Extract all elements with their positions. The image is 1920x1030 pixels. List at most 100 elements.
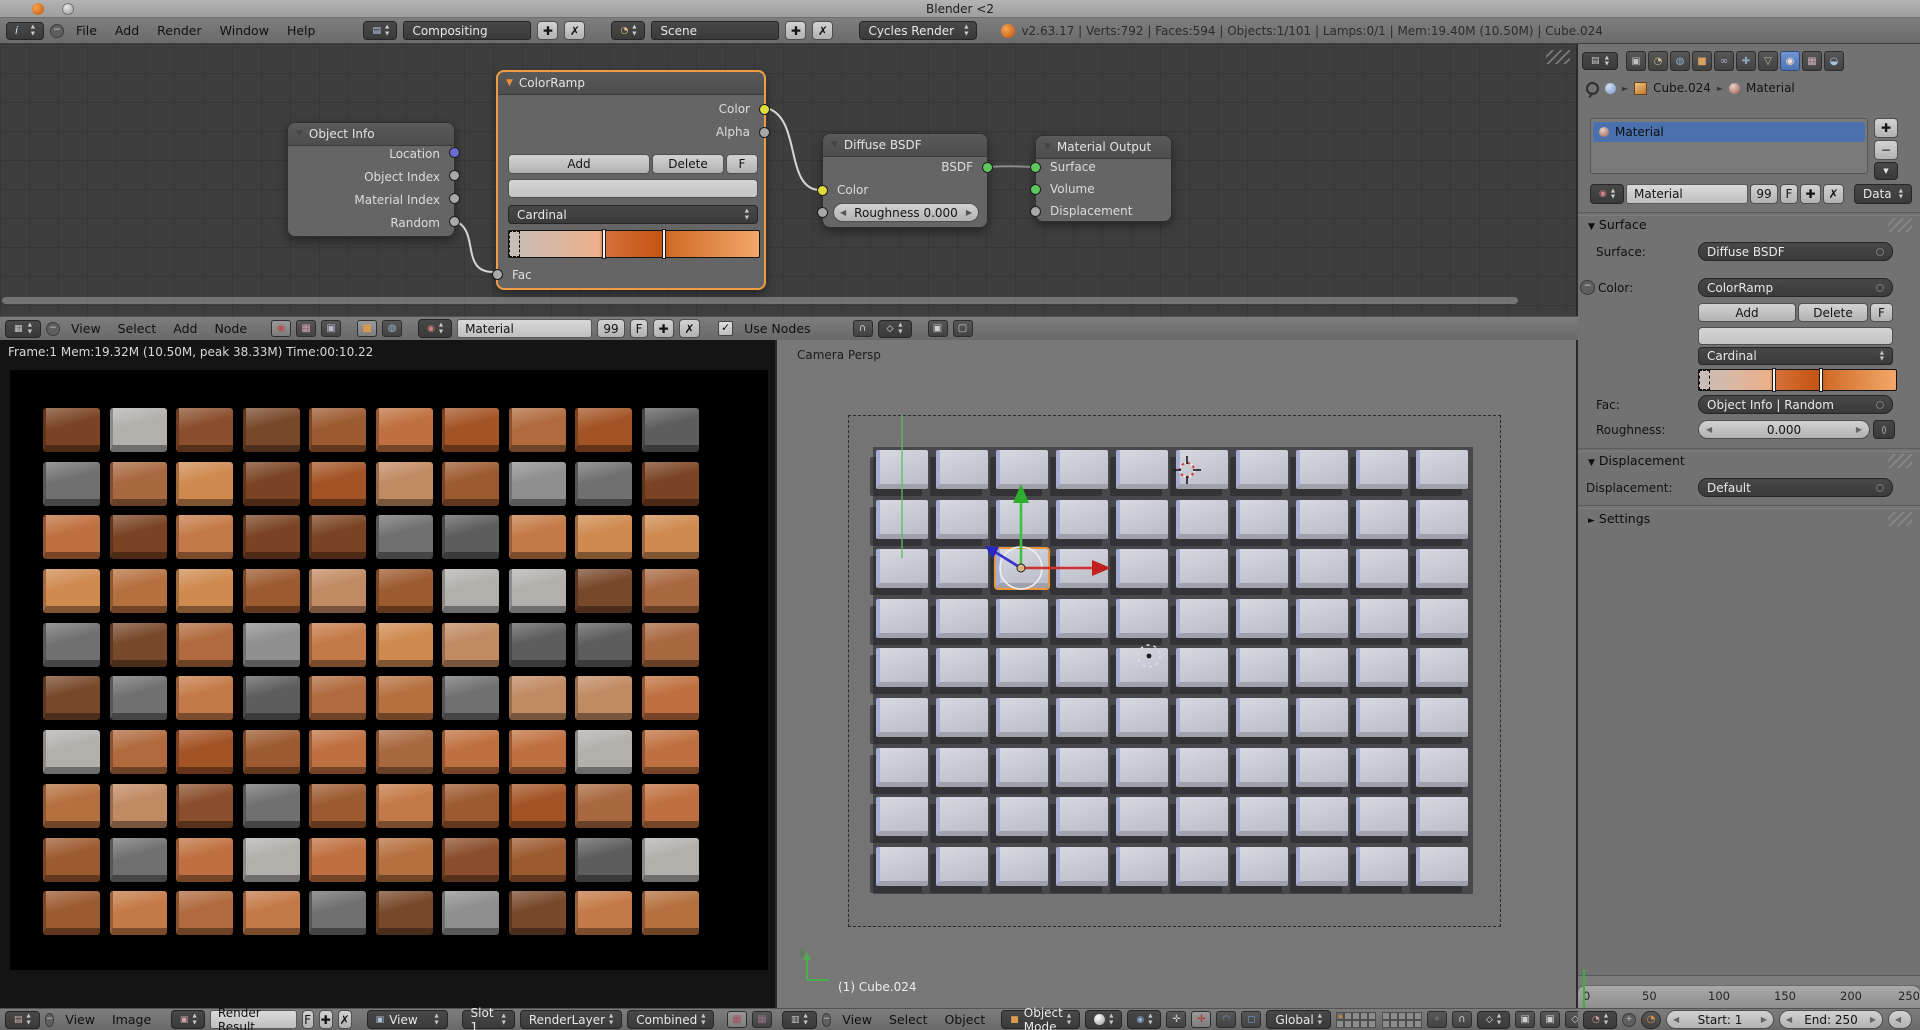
viewport-cube[interactable]: [1056, 500, 1108, 539]
ramp-position-field[interactable]: [508, 179, 758, 198]
collapse-menus-button[interactable]: −: [46, 322, 60, 336]
collapse-menus-button[interactable]: −: [45, 1013, 55, 1027]
socket-material-index[interactable]: [449, 193, 460, 204]
render-engine-select[interactable]: Cycles Render ▲▼: [859, 21, 977, 40]
socket-roughness-in[interactable]: [817, 207, 828, 218]
viewport-cube[interactable]: [1296, 748, 1348, 787]
delete-scene-button[interactable]: ✗: [812, 21, 833, 40]
material-browse-button[interactable]: ◉ ▲▼: [1590, 184, 1624, 204]
material-name-field[interactable]: Material: [457, 319, 592, 338]
viewport-cube[interactable]: [876, 599, 928, 638]
slider-right-arrow-icon[interactable]: ▶: [1856, 425, 1862, 434]
viewport-cube[interactable]: [1116, 698, 1168, 737]
tab-physics[interactable]: ◒: [1824, 51, 1844, 71]
render-opengl-anim-button[interactable]: ▣: [1540, 1011, 1560, 1028]
viewport-cube[interactable]: [1176, 549, 1228, 588]
node-diffuse-bsdf[interactable]: ▼ Diffuse BSDF BSDF Color ◀ Roughness 0.…: [822, 133, 988, 228]
image-fake-user-button[interactable]: F: [302, 1010, 314, 1029]
window-button[interactable]: [62, 3, 74, 15]
viewport-cube[interactable]: [936, 748, 988, 787]
pivot-point-select[interactable]: ◉ ▲▼: [1127, 1010, 1161, 1029]
editor-type-button[interactable]: ▤ ▲▼: [1582, 52, 1618, 70]
viewport-cube[interactable]: [1356, 450, 1408, 489]
ramp-stop-marker[interactable]: [1773, 369, 1775, 391]
layer-toggle[interactable]: [1414, 1020, 1422, 1028]
viewport-cube[interactable]: [876, 847, 928, 886]
viewport-cube[interactable]: [1236, 500, 1288, 539]
paint-mode-button[interactable]: ▦: [752, 1011, 772, 1028]
roughness-slider[interactable]: ◀ 0.000 ▶: [1698, 420, 1870, 439]
layer-toggle[interactable]: [1368, 1012, 1376, 1020]
layer-toggle[interactable]: [1336, 1020, 1344, 1028]
tree-type-shader-button[interactable]: ◉: [271, 320, 291, 337]
layer-toggle[interactable]: [1344, 1020, 1352, 1028]
color-ramp-gradient[interactable]: [508, 230, 760, 258]
viewport-cube[interactable]: [1176, 748, 1228, 787]
socket-color-out[interactable]: [759, 104, 770, 115]
tree-type-texture-button[interactable]: ▣: [321, 320, 341, 337]
render-layer-select[interactable]: RenderLayer ▲▼: [520, 1010, 622, 1029]
viewport-cube[interactable]: [1056, 847, 1108, 886]
screen-layout-icon-button[interactable]: ▤ ▲▼: [363, 21, 397, 40]
viewport-cube[interactable]: [996, 648, 1048, 687]
viewport-cube[interactable]: [1116, 500, 1168, 539]
collapse-node-icon[interactable]: ▼: [1044, 142, 1051, 152]
viewport-cube[interactable]: [876, 748, 928, 787]
tab-material[interactable]: ◉: [1780, 51, 1800, 71]
viewport-cube[interactable]: [1356, 500, 1408, 539]
viewport-cube[interactable]: [876, 450, 928, 489]
stepper-right-icon[interactable]: ▶: [1761, 1015, 1767, 1024]
scene-field[interactable]: Scene: [651, 21, 779, 40]
tab-texture[interactable]: ▦: [1802, 51, 1822, 71]
viewport-cube[interactable]: [1056, 549, 1108, 588]
collapse-menus-button[interactable]: −: [822, 1013, 832, 1027]
ramp-stop-selected[interactable]: [1699, 370, 1710, 390]
menu-node[interactable]: Node: [208, 321, 253, 336]
ramp-stop-marker[interactable]: [1820, 369, 1822, 391]
menu-add[interactable]: Add: [109, 23, 145, 38]
transform-orientation-select[interactable]: Global ▲▼: [1266, 1010, 1331, 1029]
viewport-cube[interactable]: [996, 450, 1048, 489]
viewport-cube[interactable]: [1176, 450, 1228, 489]
viewport-cube[interactable]: [1056, 648, 1108, 687]
datablock-icon[interactable]: [1605, 83, 1616, 94]
viewport-cube[interactable]: [876, 797, 928, 836]
layer-toggle[interactable]: [1368, 1020, 1376, 1028]
node-object-info[interactable]: ▼ Object Info Location Object Index Mate…: [287, 122, 455, 237]
viewport-cube[interactable]: [1416, 797, 1468, 836]
roughness-slider[interactable]: ◀ Roughness 0.000 ▶: [833, 203, 979, 222]
material-users-button[interactable]: 99: [597, 319, 625, 338]
viewport-cube[interactable]: [936, 549, 988, 588]
viewport-cube[interactable]: [1416, 648, 1468, 687]
tab-modifiers[interactable]: ✚: [1736, 51, 1756, 71]
material-unlink-button[interactable]: ✗: [679, 319, 700, 338]
material-slot-row[interactable]: Material: [1593, 122, 1865, 142]
viewport-cube[interactable]: [1056, 797, 1108, 836]
collapse-node-icon[interactable]: ▼: [831, 140, 838, 150]
settings-panel-header[interactable]: ► Settings: [1588, 511, 1650, 526]
rotate-manipulator-button[interactable]: ◠: [1216, 1011, 1236, 1028]
viewport-cube[interactable]: [1176, 797, 1228, 836]
viewport-cube[interactable]: [1296, 797, 1348, 836]
snap-magnet-button[interactable]: ∩: [853, 320, 873, 337]
tab-object-data[interactable]: ▽: [1758, 51, 1778, 71]
slider-left-arrow-icon[interactable]: ◀: [1706, 425, 1712, 434]
viewport-cube[interactable]: [1116, 450, 1168, 489]
collapse-menus-button[interactable]: −: [50, 24, 64, 38]
viewport-cube[interactable]: [1236, 450, 1288, 489]
viewport-cube[interactable]: [1116, 748, 1168, 787]
image-new-button[interactable]: ✚: [319, 1010, 333, 1029]
scene-icon-button[interactable]: ◔ ▲▼: [611, 21, 645, 40]
viewport-cube[interactable]: [936, 698, 988, 737]
collapse-node-icon[interactable]: ▼: [506, 78, 513, 88]
fac-input-select[interactable]: Object Info | Random: [1698, 395, 1893, 414]
viewport-cube[interactable]: [1056, 450, 1108, 489]
ramp-fake-user-button[interactable]: F: [726, 154, 758, 174]
node-material-output[interactable]: ▼ Material Output Surface Volume Displac…: [1035, 135, 1172, 222]
menu-help[interactable]: Help: [281, 23, 322, 38]
viewport-cube[interactable]: [996, 797, 1048, 836]
scale-manipulator-button[interactable]: ◻: [1241, 1011, 1261, 1028]
layer-toggle[interactable]: [1398, 1020, 1406, 1028]
viewport-cube[interactable]: [876, 549, 928, 588]
node-colorramp[interactable]: ▼ ColorRamp Color Alpha Add Delete F Car…: [496, 70, 766, 290]
